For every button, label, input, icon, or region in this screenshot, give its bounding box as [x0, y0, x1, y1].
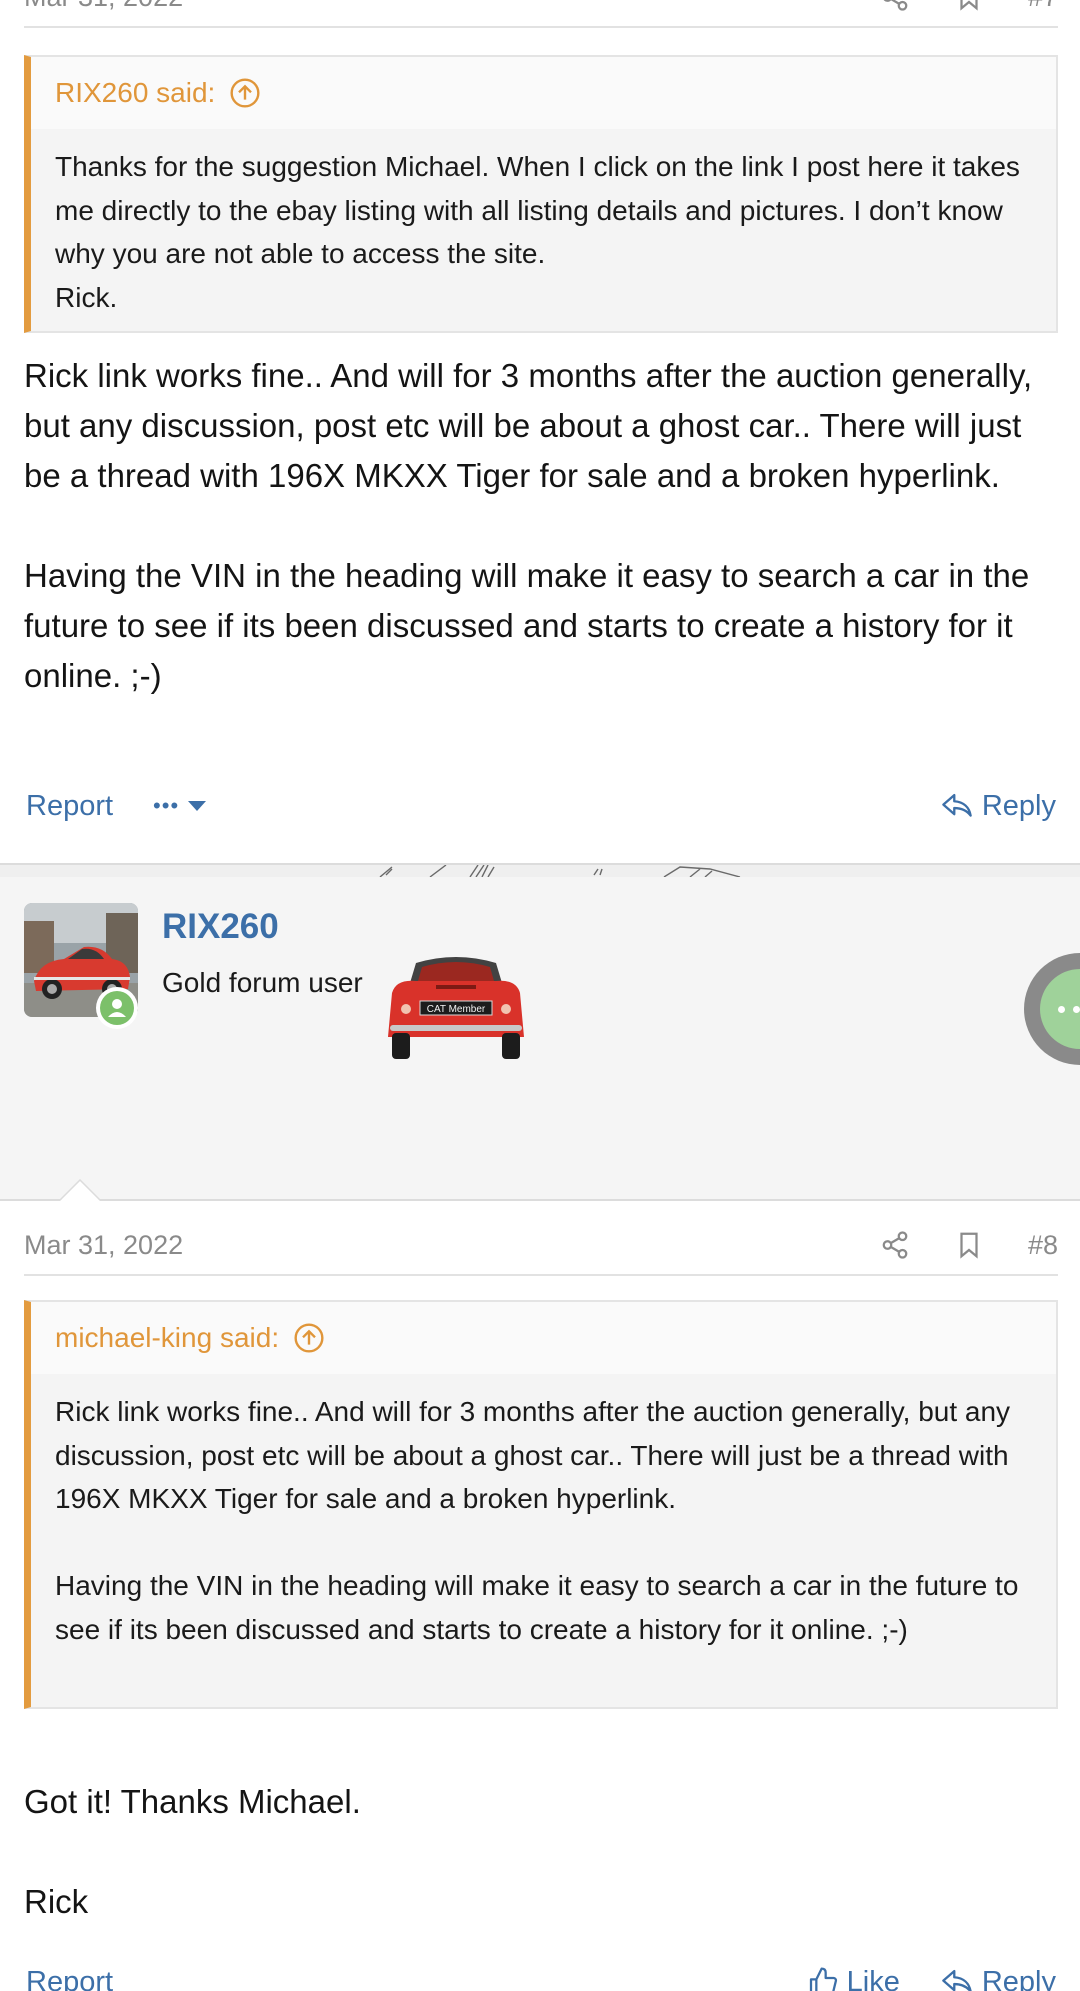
quote-author[interactable]: michael-king said:	[55, 1322, 279, 1354]
person-online-icon	[100, 991, 134, 1025]
like-button[interactable]: Like	[807, 1966, 900, 1991]
post-7-number[interactable]: #7	[1028, 0, 1058, 13]
post-7-meta: Mar 31, 2022 #7	[24, 0, 1058, 28]
reply-button[interactable]: Reply	[940, 1966, 1056, 1991]
online-status-badge	[96, 987, 138, 1029]
reply-arrow-icon	[942, 793, 972, 817]
user-info-block: RIX260 Gold forum user CAT Member	[0, 863, 1080, 1201]
user-block-pointer	[60, 1179, 100, 1201]
more-options-button[interactable]: •••	[153, 793, 207, 819]
post-paragraph: Having the VIN in the heading will make …	[24, 557, 1030, 694]
decorative-sketch-strip	[0, 863, 1080, 877]
reply-label: Reply	[981, 1965, 1056, 1991]
username-link[interactable]: RIX260	[162, 907, 279, 947]
post-8-quote: michael-king said: Rick link works fine.…	[24, 1300, 1058, 1709]
report-link[interactable]: Report	[26, 1966, 113, 1991]
thread-page: Mar 31, 2022 #7 RIX260 said: Thanks for …	[0, 0, 1080, 1991]
quote-text: Rick link works fine.. And will for 3 mo…	[55, 1396, 1011, 1514]
user-title: Gold forum user	[162, 967, 363, 998]
member-badge-car: CAT Member	[378, 953, 534, 1063]
post-8-meta: Mar 31, 2022 #8	[24, 1216, 1058, 1276]
quote-header[interactable]: RIX260 said:	[31, 57, 1056, 129]
chevron-down-icon	[188, 801, 207, 811]
post-7-date[interactable]: Mar 31, 2022	[24, 0, 183, 13]
quote-body: Thanks for the suggestion Michael. When …	[31, 129, 1056, 337]
reply-arrow-icon	[942, 1969, 972, 1991]
post-8-body: Got it! Thanks Michael. Rick	[24, 1777, 1060, 1927]
post-paragraph: Got it! Thanks Michael.	[24, 1783, 361, 1820]
reply-button[interactable]: Reply	[940, 790, 1056, 823]
quote-text: Thanks for the suggestion Michael. When …	[55, 151, 1020, 269]
post-8-date[interactable]: Mar 31, 2022	[24, 1230, 183, 1261]
post-8-actions: Report Like Reply	[26, 1957, 1056, 1991]
ellipsis-icon: •••	[153, 793, 180, 818]
post-7-quote: RIX260 said: Thanks for the suggestion M…	[24, 55, 1058, 333]
share-icon[interactable]	[880, 0, 910, 12]
arrow-up-circle-icon[interactable]	[293, 1322, 325, 1354]
quote-header[interactable]: michael-king said:	[31, 1302, 1056, 1374]
post-paragraph: Rick link works fine.. And will for 3 mo…	[24, 357, 1033, 494]
report-link[interactable]: Report	[26, 790, 113, 823]
bookmark-icon[interactable]	[954, 1230, 984, 1260]
thumbs-up-icon	[809, 1967, 837, 1991]
post-8-number[interactable]: #8	[1028, 1230, 1058, 1261]
like-label: Like	[846, 1965, 900, 1991]
member-badge-text: CAT Member	[427, 1004, 486, 1015]
reply-label: Reply	[981, 789, 1056, 822]
quote-text: Having the VIN in the heading will make …	[55, 1570, 1019, 1645]
quote-author[interactable]: RIX260 said:	[55, 77, 215, 109]
post-7-body: Rick link works fine.. And will for 3 mo…	[24, 351, 1060, 701]
post-7-actions: Report ••• Reply	[26, 781, 1056, 831]
arrow-up-circle-icon[interactable]	[229, 77, 261, 109]
post-paragraph: Rick	[24, 1883, 89, 1920]
floating-chat-button[interactable]	[1024, 953, 1080, 1065]
quote-body: Rick link works fine.. And will for 3 mo…	[31, 1374, 1056, 1669]
share-icon[interactable]	[880, 1230, 910, 1260]
quote-signoff: Rick.	[55, 281, 118, 313]
bookmark-icon[interactable]	[954, 0, 984, 12]
